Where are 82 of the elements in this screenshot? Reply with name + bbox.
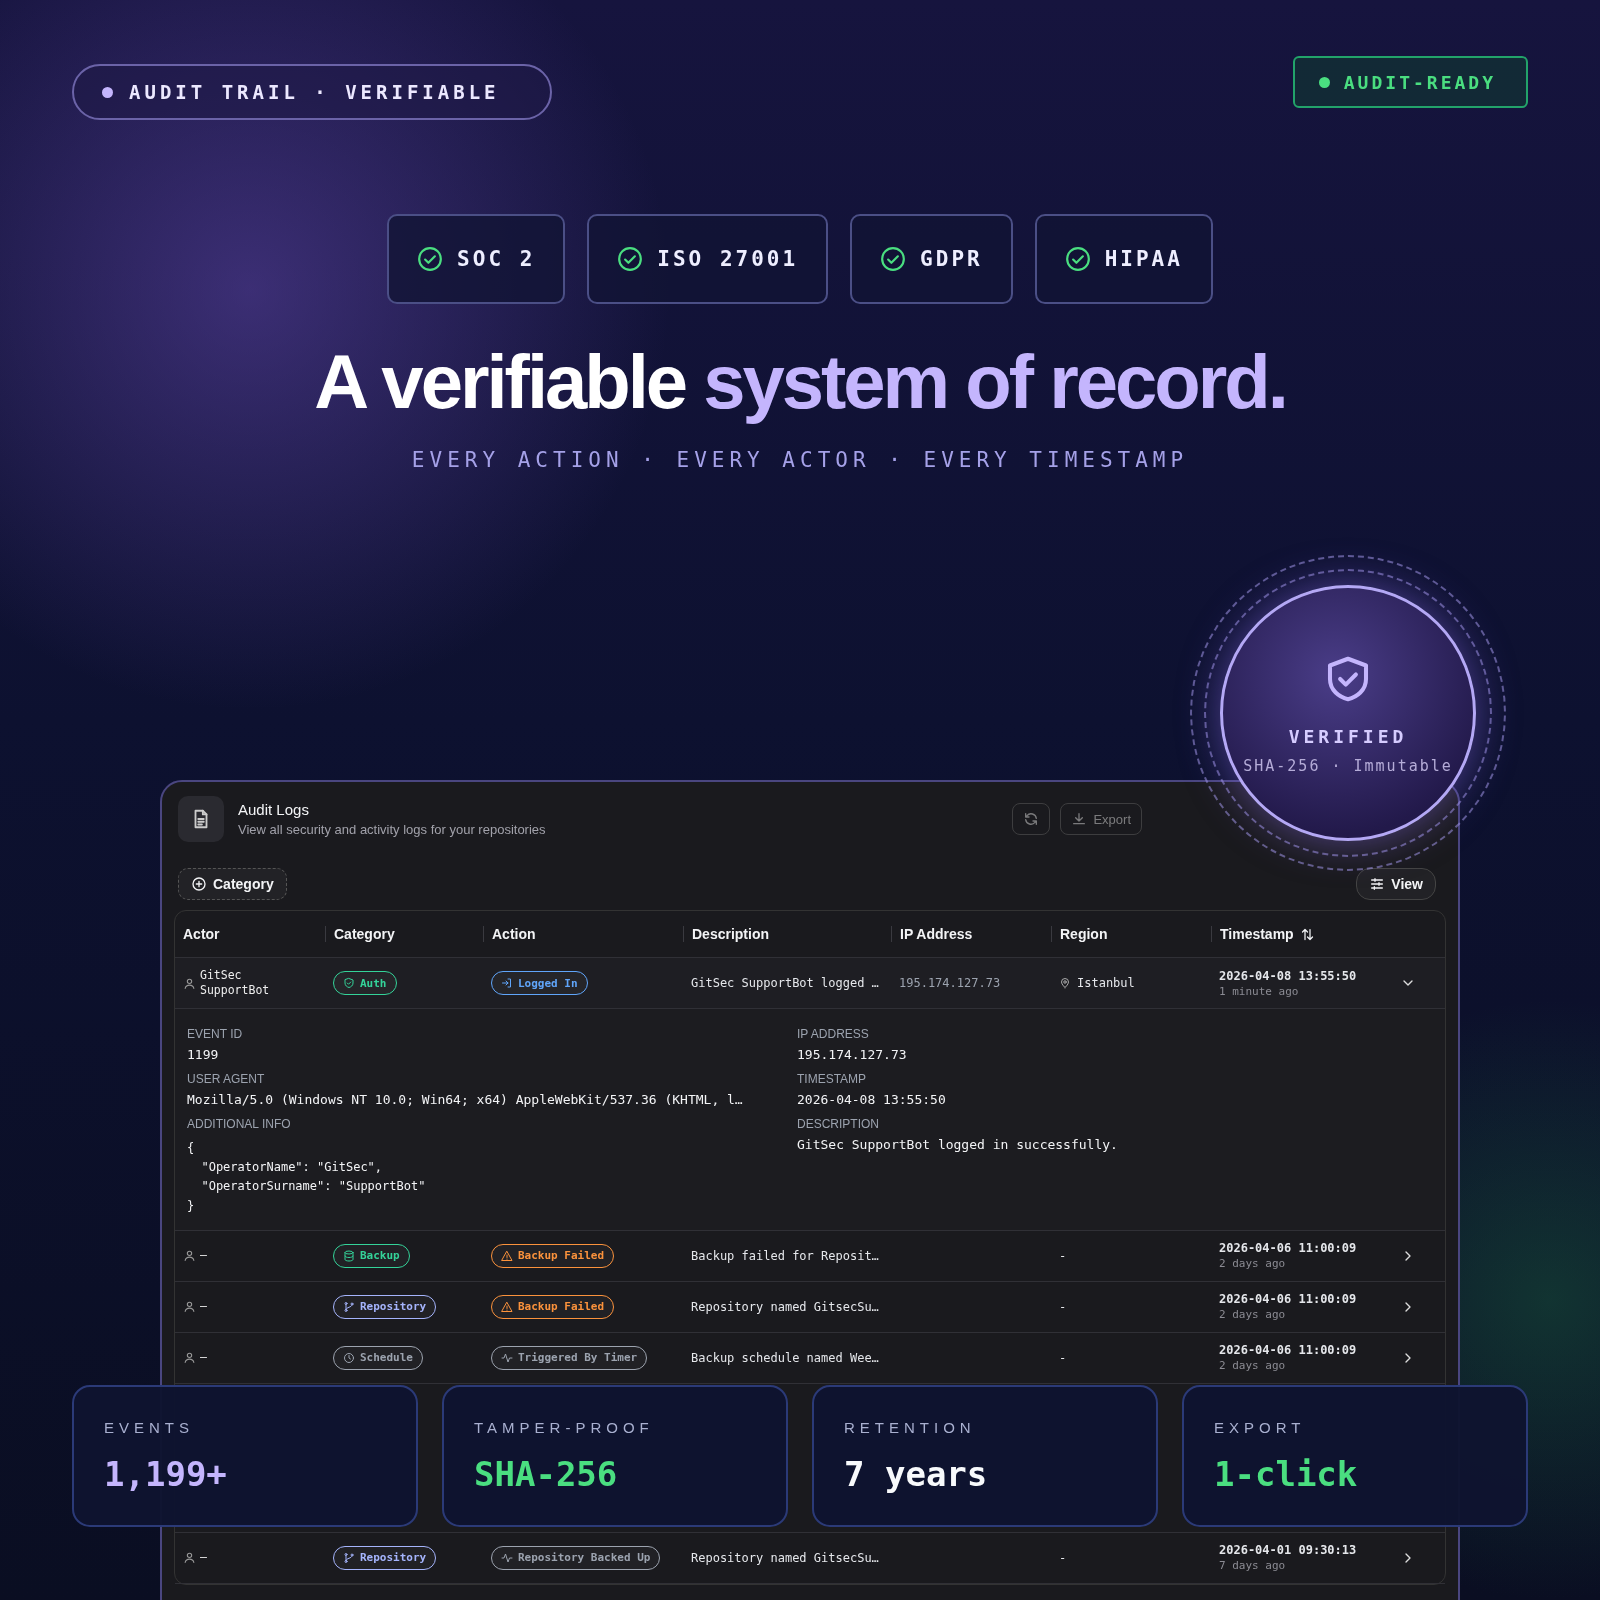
certification-chip: ISO 27001 — [587, 214, 829, 304]
column-header[interactable]: Timestamp — [1211, 926, 1371, 942]
region-cell: Istanbul — [1077, 976, 1135, 990]
actor-name: GitSec SupportBot — [200, 968, 271, 998]
panel-title: Audit Logs — [238, 801, 310, 818]
description-cell: Repository named GitsecSu… — [691, 1299, 879, 1314]
column-header: Description — [683, 926, 891, 942]
stat-value: 1-click — [1214, 1454, 1359, 1494]
ip-address-value: 195.174.127.73 — [797, 1047, 908, 1062]
log-row[interactable]: GitSec SupportBot Auth Logged In GitSec SupportBot logged … 195.174.127.73 Istanbul 2026-04-08 13:55:50 1 minute ago — [175, 958, 1445, 1009]
audit-trail-badge: AUDIT TRAIL · VERIFIABLE — [72, 64, 552, 120]
certification-chip: SOC 2 — [387, 214, 566, 304]
event-id-value: 1199 — [187, 1047, 220, 1062]
category-tag: Auth — [333, 971, 397, 995]
action-tag: Repository Backed Up — [491, 1545, 661, 1570]
timestamp: 2026-04-06 11:00:09 — [1219, 1292, 1357, 1307]
log-row[interactable]: – Schedule Triggered By Timer Backup schedule named Wee… - 2026-04-06 11:00:09 2 days ago — [175, 1332, 1445, 1384]
certification-chip: HIPAA — [1034, 214, 1213, 304]
timestamp: 2026-04-08 13:55:50 — [1219, 968, 1357, 983]
column-header: Action — [483, 926, 683, 942]
action-tag: Triggered By Timer — [491, 1345, 648, 1370]
field-label: EVENT ID — [187, 1027, 244, 1041]
json-text: { "OperatorName": "GitSec", "OperatorSurname": "SupportBot" } — [187, 1140, 427, 1215]
timestamp: 2026-04-06 11:00:09 — [1219, 1241, 1357, 1256]
stat-label: TAMPER-PROOF — [474, 1419, 655, 1436]
verified-seal: VERIFIED SHA-256 · Immutable — [1220, 585, 1476, 841]
field-label: IP ADDRESS — [797, 1027, 870, 1041]
action-tag: Backup Failed — [491, 1294, 615, 1319]
description-cell: Backup schedule named Wee… — [691, 1350, 879, 1365]
action-tag: Backup Failed — [491, 1243, 615, 1268]
relative-time: 1 minute ago — [1219, 984, 1299, 998]
column-header: Region — [1051, 926, 1211, 942]
log-row[interactable]: – Repository Backup Failed Repository named GitsecSu… - 2026-04-06 11:00:09 2 days ago — [175, 1281, 1445, 1333]
action-tag: Logged In — [491, 971, 588, 995]
column-header: Actor — [182, 926, 221, 942]
relative-time: 2 days ago — [1219, 1308, 1286, 1322]
field-label: ADDITIONAL INFO — [187, 1117, 292, 1131]
category-tag: Schedule — [333, 1345, 423, 1370]
timestamp-value: 2026-04-08 13:55:50 — [797, 1092, 947, 1107]
field-label: TIMESTAMP — [797, 1072, 868, 1086]
actor-name: – — [200, 1248, 207, 1264]
actor-name: – — [200, 1299, 207, 1315]
tagline: EVERY ACTION · EVERY ACTOR · EVERY TIMESTAMP — [410, 447, 1190, 472]
log-row[interactable]: – Backup Backup Failed Backup failed for Reposit… - 2026-04-06 11:00:09 2 days ago — [175, 1230, 1445, 1282]
column-header: IP Address — [891, 926, 1051, 942]
timestamp: 2026-04-01 09:30:13 — [1219, 1543, 1357, 1558]
region-cell: - — [1059, 1550, 1067, 1565]
field-label: USER AGENT — [187, 1072, 266, 1086]
panel-subtitle: View all security and activity logs for your repositories — [238, 822, 547, 837]
relative-time: 2 days ago — [1219, 1359, 1286, 1373]
timestamp: 2026-04-06 11:00:09 — [1219, 1343, 1357, 1358]
description-cell: Repository named GitsecSu… — [691, 1550, 879, 1565]
status-badge: AUDIT-READY — [1292, 56, 1528, 108]
category-tag: Repository — [333, 1545, 437, 1570]
column-header: Category — [325, 926, 483, 942]
view-button[interactable]: View — [1356, 868, 1436, 900]
region-cell: - — [1059, 1350, 1067, 1365]
category-tag: Backup — [333, 1243, 410, 1268]
ip-cell: 195.174.127.73 — [899, 976, 1001, 990]
relative-time: 7 days ago — [1219, 1559, 1286, 1573]
description-value: GitSec SupportBot logged in successfully. — [797, 1137, 1119, 1152]
actor-name: – — [200, 1550, 207, 1566]
stat-label: EXPORT — [1214, 1419, 1307, 1436]
stat-value: 1,199+ — [104, 1454, 228, 1494]
category-filter-button[interactable]: Category — [178, 868, 287, 900]
headline: A verifiable system of record. — [313, 340, 1287, 424]
description-cell: GitSec SupportBot logged … — [691, 976, 879, 990]
certification-chip: GDPR — [850, 214, 1013, 304]
stat-label: RETENTION — [844, 1419, 977, 1436]
user-agent-value: Mozilla/5.0 (Windows NT 10.0; Win64; x64) AppleWebKit/537.36 (KHTML, l… — [187, 1092, 744, 1107]
stat-value: SHA-256 — [474, 1454, 619, 1494]
stat-value: 7 years — [844, 1454, 989, 1494]
category-tag: Repository — [333, 1294, 437, 1319]
actor-name: – — [200, 1350, 207, 1366]
stat-label: EVENTS — [104, 1419, 195, 1436]
relative-time: 2 days ago — [1219, 1257, 1286, 1271]
field-label: DESCRIPTION — [797, 1117, 880, 1131]
description-cell: Backup failed for Reposit… — [691, 1248, 879, 1263]
log-row[interactable]: – Repository Repository Backed Up Repository named GitsecSu… - 2026-04-01 09:30:13 7 days ago — [175, 1532, 1445, 1584]
region-cell: - — [1059, 1299, 1067, 1314]
export-button[interactable]: Export — [1060, 803, 1142, 835]
region-cell: - — [1059, 1248, 1067, 1263]
